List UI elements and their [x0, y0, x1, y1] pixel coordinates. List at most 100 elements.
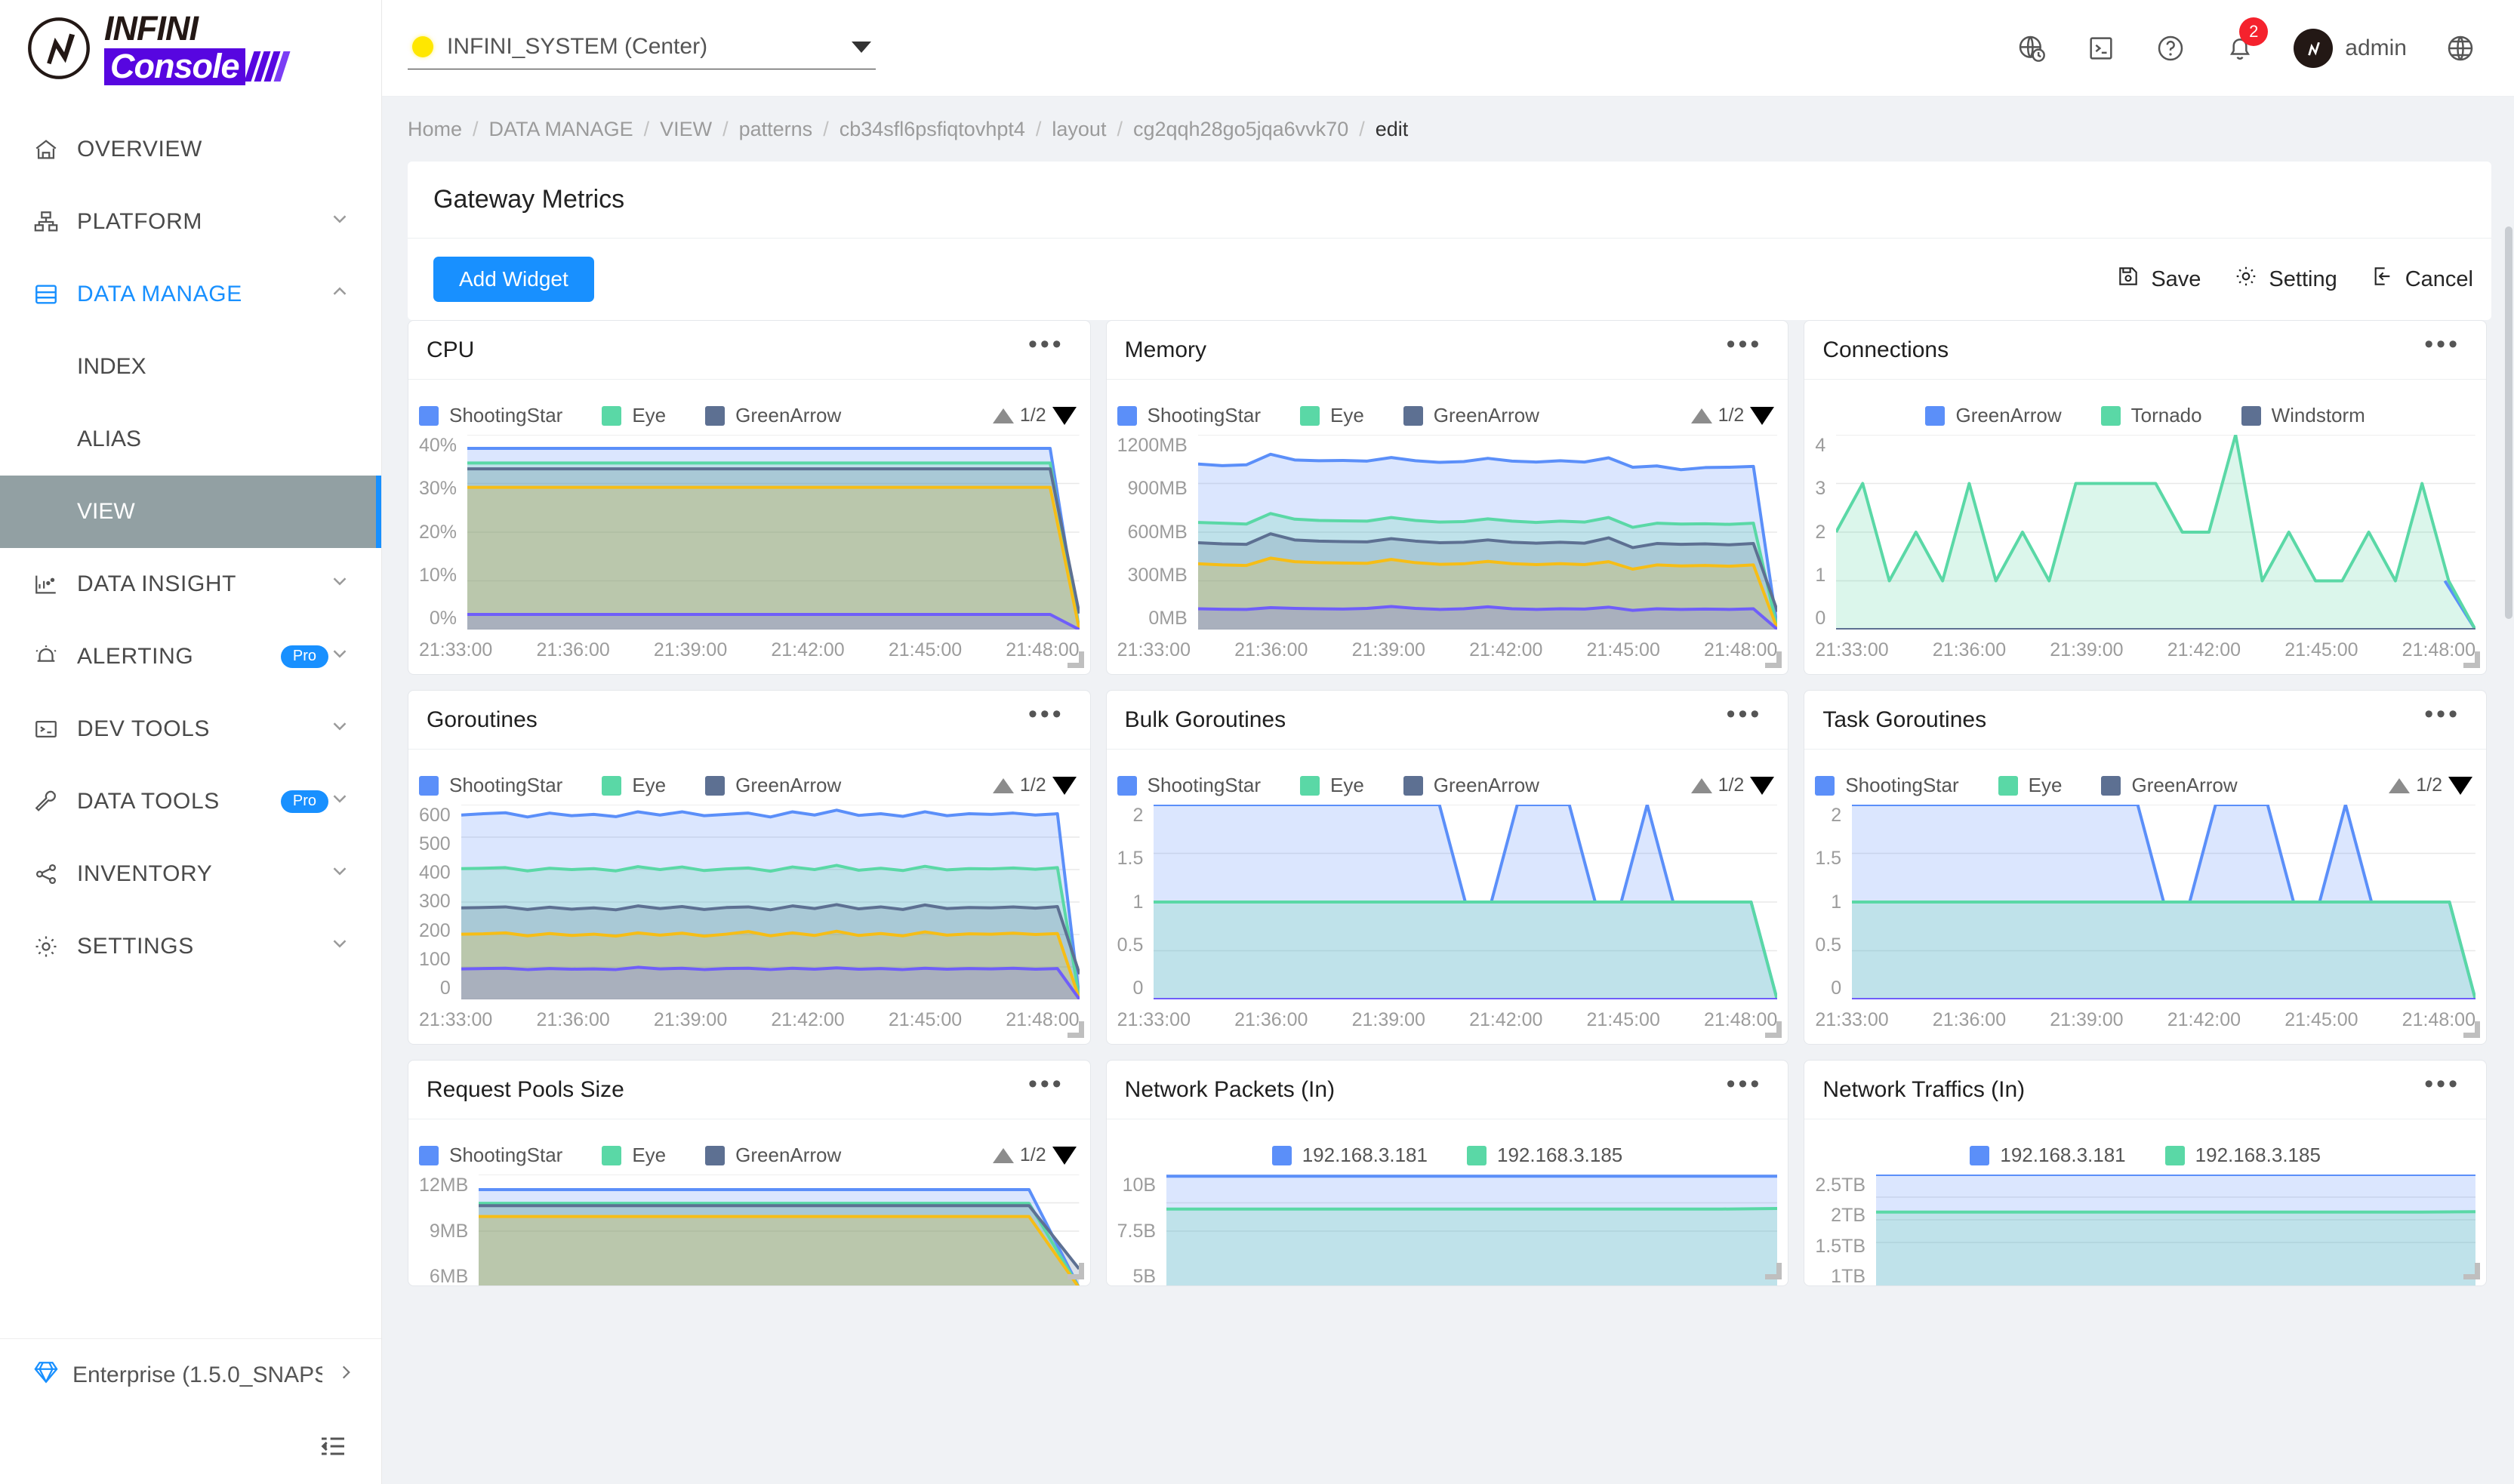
chevron-down-icon[interactable] [328, 787, 351, 816]
globe-clock-icon[interactable] [2008, 25, 2055, 72]
widget-menu-icon[interactable]: ••• [1727, 701, 1763, 731]
user-menu[interactable]: admin [2294, 28, 2407, 68]
legend-page-up-icon[interactable] [1690, 408, 1712, 423]
legend-item[interactable]: 192.168.3.181 [1271, 1144, 1428, 1167]
chart-canvas[interactable] [479, 1174, 1079, 1285]
widget-card-request-pools-size[interactable]: Request Pools Size ••• ShootingStar Eye Gree… [408, 1060, 1091, 1286]
help-icon[interactable] [2147, 25, 2194, 72]
legend-page-up-icon[interactable] [992, 777, 1014, 793]
legend-page-up-icon[interactable] [1690, 777, 1712, 793]
widget-menu-icon[interactable]: ••• [2424, 1071, 2460, 1101]
breadcrumb-item-layout[interactable]: layout [1052, 118, 1106, 141]
legend-item[interactable]: Eye [1299, 404, 1364, 427]
sidebar-item-overview[interactable]: OVERVIEW [0, 113, 381, 186]
chart-canvas[interactable] [467, 434, 1080, 633]
legend-item[interactable]: ShootingStar [419, 774, 562, 797]
chart-canvas[interactable] [1154, 805, 1777, 1003]
legend-page-down-icon[interactable] [1052, 1146, 1077, 1165]
legend-page-down-icon[interactable] [2448, 776, 2472, 795]
widget-menu-icon[interactable]: ••• [1028, 701, 1064, 731]
widget-resize-handle[interactable] [1067, 1021, 1084, 1038]
chart-canvas[interactable] [1876, 1175, 2475, 1285]
breadcrumb-item-home[interactable]: Home [408, 118, 462, 141]
sidebar-item-platform[interactable]: PLATFORM [0, 186, 381, 258]
notification-bell-icon[interactable]: 2 [2217, 17, 2269, 72]
legend-page-down-icon[interactable] [1052, 776, 1077, 795]
legend-item[interactable]: Tornado [2100, 404, 2202, 427]
console-icon[interactable] [2078, 25, 2124, 72]
widget-card-task-goroutines[interactable]: Task Goroutines ••• ShootingStar Eye GreenAr… [1804, 690, 2487, 1045]
legend-item[interactable]: GreenArrow [1403, 774, 1539, 797]
chevron-down-icon[interactable] [328, 642, 351, 671]
breadcrumb-item-view[interactable]: VIEW [660, 118, 712, 141]
sidebar-item-data-tools[interactable]: DATA TOOLS Pro [0, 765, 381, 838]
chart-canvas[interactable] [461, 804, 1080, 1003]
legend-page-down-icon[interactable] [1750, 406, 1775, 425]
legend-item[interactable]: Eye [1299, 774, 1364, 797]
legend-page-down-icon[interactable] [1052, 406, 1077, 425]
widget-resize-handle[interactable] [2463, 1263, 2480, 1279]
legend-page-up-icon[interactable] [992, 408, 1014, 423]
legend-item[interactable]: Windstorm [2241, 404, 2365, 427]
widget-menu-icon[interactable]: ••• [1028, 1071, 1064, 1101]
chevron-down-icon[interactable] [328, 860, 351, 888]
language-globe-icon[interactable] [2437, 25, 2484, 72]
widget-card-bulk-goroutines[interactable]: Bulk Goroutines ••• ShootingStar Eye GreenAr… [1105, 690, 1789, 1045]
legend-item[interactable]: GreenArrow [2101, 774, 2238, 797]
legend-item[interactable]: GreenArrow [705, 774, 841, 797]
chart-canvas[interactable] [1852, 805, 2475, 1003]
sidebar-item-alerting[interactable]: ALERTING Pro [0, 620, 381, 693]
legend-page-up-icon[interactable] [2389, 777, 2411, 793]
legend-item[interactable]: GreenArrow [705, 1144, 841, 1167]
chevron-down-icon[interactable] [328, 208, 351, 236]
widget-menu-icon[interactable]: ••• [1727, 1071, 1763, 1101]
chevron-down-icon[interactable] [328, 570, 351, 599]
add-widget-button[interactable]: Add Widget [433, 257, 594, 302]
widget-resize-handle[interactable] [1067, 1263, 1084, 1279]
legend-item[interactable]: Eye [1998, 774, 2062, 797]
sidebar-item-alias[interactable]: ALIAS [0, 403, 381, 476]
setting-button[interactable]: Setting [2234, 264, 2337, 294]
legend-item[interactable]: Eye [602, 404, 666, 427]
sidebar-item-inventory[interactable]: INVENTORY [0, 838, 381, 910]
legend-page-up-icon[interactable] [992, 1147, 1014, 1163]
breadcrumb-item-data-manage[interactable]: DATA MANAGE [489, 118, 633, 141]
widget-card-memory[interactable]: Memory ••• ShootingStar Eye GreenArrow 1/2 120… [1105, 320, 1789, 675]
app-logo[interactable]: INFINI Console [0, 0, 381, 97]
widget-resize-handle[interactable] [2463, 651, 2480, 668]
license-info[interactable]: Enterprise (1.5.0_SNAPS... [0, 1339, 381, 1412]
chevron-down-icon[interactable] [852, 41, 871, 53]
legend-page-down-icon[interactable] [1750, 776, 1775, 795]
sidebar-item-data-insight[interactable]: DATA INSIGHT [0, 548, 381, 620]
legend-item[interactable]: GreenArrow [705, 404, 841, 427]
legend-item[interactable]: Eye [602, 774, 666, 797]
widget-resize-handle[interactable] [1765, 1021, 1782, 1038]
widget-card-connections[interactable]: Connections ••• GreenArrow Tornado Windstorm… [1804, 320, 2487, 675]
collapse-menu-icon[interactable] [318, 1431, 348, 1465]
widget-menu-icon[interactable]: ••• [2424, 331, 2460, 362]
sidebar-item-index[interactable]: INDEX [0, 331, 381, 403]
legend-item[interactable]: 192.168.3.185 [1466, 1144, 1622, 1167]
widget-resize-handle[interactable] [1765, 651, 1782, 668]
widget-card-network-traffics-in[interactable]: Network Traffics (In) ••• 192.168.3.181 192… [1804, 1060, 2487, 1286]
chart-canvas[interactable] [1198, 434, 1778, 633]
breadcrumb-item-patterns[interactable]: patterns [739, 118, 813, 141]
legend-item[interactable]: GreenArrow [1925, 404, 2062, 427]
widget-card-network-packets-in[interactable]: Network Packets (In) ••• 192.168.3.181 192.… [1105, 1060, 1789, 1286]
widget-menu-icon[interactable]: ••• [2424, 701, 2460, 731]
legend-item[interactable]: ShootingStar [1117, 404, 1261, 427]
widget-resize-handle[interactable] [1765, 1263, 1782, 1279]
legend-item[interactable]: 192.168.3.185 [2164, 1144, 2321, 1167]
save-button[interactable]: Save [2116, 264, 2201, 294]
legend-item[interactable]: GreenArrow [1403, 404, 1539, 427]
widget-menu-icon[interactable]: ••• [1028, 331, 1064, 362]
legend-item[interactable]: Eye [602, 1144, 666, 1167]
legend-item[interactable]: 192.168.3.181 [1970, 1144, 2126, 1167]
widget-resize-handle[interactable] [2463, 1021, 2480, 1038]
chevron-down-icon[interactable] [328, 715, 351, 744]
sidebar-item-data-manage[interactable]: DATA MANAGE [0, 258, 381, 331]
breadcrumb-item-layout-id[interactable]: cg2qqh28go5jqa6vvk70 [1133, 118, 1348, 141]
sidebar-item-dev-tools[interactable]: DEV TOOLS [0, 693, 381, 765]
cancel-button[interactable]: Cancel [2371, 264, 2473, 294]
widget-resize-handle[interactable] [1067, 651, 1084, 668]
